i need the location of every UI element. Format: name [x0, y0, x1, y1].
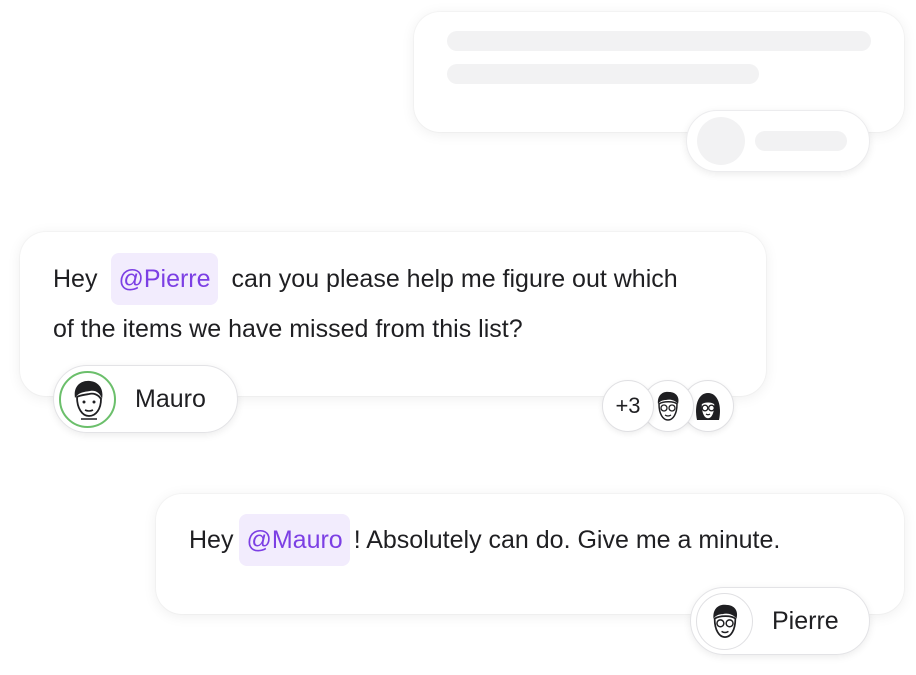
placeholder-author-pill — [686, 110, 870, 172]
pierre-avatar-icon — [696, 592, 753, 650]
greeting: Hey — [53, 265, 98, 293]
message-text-line2: of the items we have missed from this li… — [53, 315, 523, 343]
message-text-line1: can you please help me figure out which — [231, 265, 678, 293]
author-name: Mauro — [135, 384, 206, 413]
greeting: Hey — [189, 526, 234, 554]
author-pill[interactable]: Mauro — [53, 365, 238, 433]
skeleton-line — [447, 64, 759, 84]
mention-tag[interactable]: @Pierre — [111, 253, 218, 305]
message-text-rest: ! Absolutely can do. Give me a minute. — [353, 526, 781, 554]
skeleton-line — [447, 31, 871, 51]
mauro-avatar-icon — [59, 370, 116, 428]
message-text: Hey @Mauro! Absolutely can do. Give me a … — [189, 514, 889, 566]
skeleton-avatar — [697, 117, 745, 165]
author-name: Pierre — [772, 606, 839, 635]
more-participants-count: +3 — [615, 393, 641, 418]
message-text: Hey @Pierre can you please help me figure … — [53, 253, 753, 353]
mention-tag[interactable]: @Mauro — [239, 514, 350, 566]
more-participants-badge[interactable]: +3 — [602, 380, 654, 432]
author-pill[interactable]: Pierre — [690, 587, 870, 655]
skeleton-name — [755, 131, 847, 151]
